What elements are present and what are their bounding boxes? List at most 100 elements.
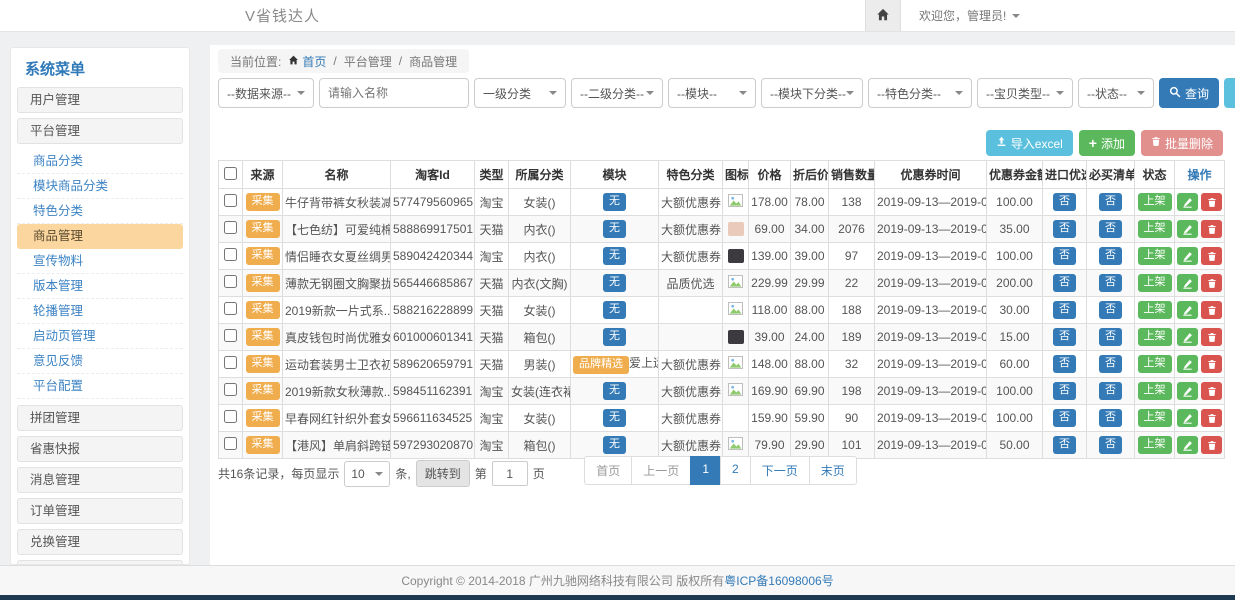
status-badge[interactable]: 上架 bbox=[1138, 328, 1172, 346]
status-badge[interactable]: 上架 bbox=[1138, 409, 1172, 427]
imported-toggle[interactable]: 否 bbox=[1053, 301, 1076, 319]
edit-button[interactable] bbox=[1177, 220, 1198, 238]
row-checkbox[interactable] bbox=[224, 194, 237, 207]
must-buy-toggle[interactable]: 否 bbox=[1099, 382, 1122, 400]
module-badge[interactable]: 无 bbox=[603, 328, 626, 346]
imported-toggle[interactable]: 否 bbox=[1053, 355, 1076, 373]
delete-button[interactable] bbox=[1201, 301, 1222, 319]
module-badge[interactable]: 无 bbox=[603, 274, 626, 292]
imported-toggle[interactable]: 否 bbox=[1053, 409, 1076, 427]
must-buy-toggle[interactable]: 否 bbox=[1099, 274, 1122, 292]
sidebar-item-拼团管理[interactable]: 拼团管理 bbox=[17, 405, 183, 431]
imported-toggle[interactable]: 否 bbox=[1053, 220, 1076, 238]
add-button[interactable]: + 添加 bbox=[1079, 130, 1135, 156]
sidebar-subitem-版本管理[interactable]: 版本管理 bbox=[17, 274, 183, 299]
delete-button[interactable] bbox=[1201, 328, 1222, 346]
pager-button-下一页[interactable]: 下一页 bbox=[750, 456, 810, 485]
pager-button-1[interactable]: 1 bbox=[690, 456, 721, 485]
edit-button[interactable] bbox=[1177, 274, 1198, 292]
pager-button-上一页[interactable]: 上一页 bbox=[631, 456, 691, 485]
status-badge[interactable]: 上架 bbox=[1138, 220, 1172, 238]
edit-button[interactable] bbox=[1177, 436, 1198, 454]
edit-button[interactable] bbox=[1177, 355, 1198, 373]
status-badge[interactable]: 上架 bbox=[1138, 436, 1172, 454]
sidebar-subitem-宣传物料[interactable]: 宣传物料 bbox=[17, 249, 183, 274]
edit-button[interactable] bbox=[1177, 382, 1198, 400]
sidebar-subitem-启动页管理[interactable]: 启动页管理 bbox=[17, 324, 183, 349]
filter-select-数据来源[interactable]: --数据来源-- bbox=[218, 78, 314, 108]
pager-button-首页[interactable]: 首页 bbox=[584, 456, 632, 485]
filter-select-宝贝类型[interactable]: --宝贝类型-- bbox=[977, 78, 1073, 108]
module-badge[interactable]: 无 bbox=[603, 301, 626, 319]
delete-button[interactable] bbox=[1201, 247, 1222, 265]
must-buy-toggle[interactable]: 否 bbox=[1099, 328, 1122, 346]
sidebar-item-消息管理[interactable]: 消息管理 bbox=[17, 467, 183, 493]
batch-delete-button[interactable]: 批量删除 bbox=[1141, 130, 1223, 156]
row-checkbox[interactable] bbox=[224, 383, 237, 396]
pager-button-末页[interactable]: 末页 bbox=[809, 456, 857, 485]
search-button[interactable]: 查询 bbox=[1159, 78, 1219, 108]
row-checkbox[interactable] bbox=[224, 437, 237, 450]
module-badge[interactable]: 无 bbox=[603, 409, 626, 427]
imported-toggle[interactable]: 否 bbox=[1053, 193, 1076, 211]
imported-toggle[interactable]: 否 bbox=[1053, 247, 1076, 265]
imported-toggle[interactable]: 否 bbox=[1053, 436, 1076, 454]
edit-button[interactable] bbox=[1177, 409, 1198, 427]
imported-toggle[interactable]: 否 bbox=[1053, 274, 1076, 292]
delete-button[interactable] bbox=[1201, 409, 1222, 427]
row-checkbox[interactable] bbox=[224, 302, 237, 315]
sidebar-subitem-商品管理[interactable]: 商品管理 bbox=[17, 224, 183, 249]
status-badge[interactable]: 上架 bbox=[1138, 193, 1172, 211]
row-checkbox[interactable] bbox=[224, 356, 237, 369]
sidebar-subitem-特色分类[interactable]: 特色分类 bbox=[17, 199, 183, 224]
breadcrumb-home-link[interactable]: 首页 bbox=[288, 53, 326, 70]
delete-button[interactable] bbox=[1201, 355, 1222, 373]
status-badge[interactable]: 上架 bbox=[1138, 382, 1172, 400]
must-buy-toggle[interactable]: 否 bbox=[1099, 355, 1122, 373]
edit-button[interactable] bbox=[1177, 301, 1198, 319]
module-badge[interactable]: 无 bbox=[603, 436, 626, 454]
filter-select-模块[interactable]: --模块-- bbox=[668, 78, 756, 108]
sidebar-subitem-平台配置[interactable]: 平台配置 bbox=[17, 374, 183, 399]
edit-button[interactable] bbox=[1177, 328, 1198, 346]
module-badge[interactable]: 品牌精选 bbox=[573, 356, 629, 374]
must-buy-toggle[interactable]: 否 bbox=[1099, 409, 1122, 427]
must-buy-toggle[interactable]: 否 bbox=[1099, 193, 1122, 211]
sidebar-item-用户管理[interactable]: 用户管理 bbox=[17, 87, 183, 113]
sidebar-subitem-商品分类[interactable]: 商品分类 bbox=[17, 149, 183, 174]
must-buy-toggle[interactable]: 否 bbox=[1099, 301, 1122, 319]
row-checkbox[interactable] bbox=[224, 221, 237, 234]
row-checkbox[interactable] bbox=[224, 275, 237, 288]
module-badge[interactable]: 无 bbox=[603, 220, 626, 238]
status-badge[interactable]: 上架 bbox=[1138, 301, 1172, 319]
must-buy-toggle[interactable]: 否 bbox=[1099, 436, 1122, 454]
must-buy-toggle[interactable]: 否 bbox=[1099, 220, 1122, 238]
import-excel-button[interactable]: 导入excel bbox=[986, 130, 1073, 156]
sidebar-subitem-模块商品分类[interactable]: 模块商品分类 bbox=[17, 174, 183, 199]
sidebar-item-兑换管理[interactable]: 兑换管理 bbox=[17, 529, 183, 555]
imported-toggle[interactable]: 否 bbox=[1053, 328, 1076, 346]
module-badge[interactable]: 无 bbox=[603, 247, 626, 265]
filter-select-二级分类[interactable]: --二级分类-- bbox=[571, 78, 663, 108]
icp-link[interactable]: 粤ICP备16098006号 bbox=[724, 572, 833, 589]
sidebar-item-订单管理[interactable]: 订单管理 bbox=[17, 498, 183, 524]
sidebar-subitem-轮播管理[interactable]: 轮播管理 bbox=[17, 299, 183, 324]
sidebar-item-平台管理[interactable]: 平台管理 bbox=[17, 118, 183, 144]
filter-select-一级分类[interactable]: 一级分类 bbox=[474, 78, 566, 108]
name-filter-input[interactable] bbox=[319, 78, 469, 108]
home-button[interactable] bbox=[865, 0, 901, 31]
status-badge[interactable]: 上架 bbox=[1138, 247, 1172, 265]
must-buy-toggle[interactable]: 否 bbox=[1099, 247, 1122, 265]
filter-select-特色分类[interactable]: --特色分类-- bbox=[868, 78, 972, 108]
user-menu[interactable]: 欢迎您，管理员! bbox=[919, 7, 1020, 24]
select-all-checkbox[interactable] bbox=[224, 167, 237, 180]
row-checkbox[interactable] bbox=[224, 410, 237, 423]
row-checkbox[interactable] bbox=[224, 329, 237, 342]
delete-button[interactable] bbox=[1201, 274, 1222, 292]
module-badge[interactable]: 无 bbox=[603, 193, 626, 211]
pager-button-2[interactable]: 2 bbox=[720, 456, 751, 485]
delete-button[interactable] bbox=[1201, 436, 1222, 454]
delete-button[interactable] bbox=[1201, 193, 1222, 211]
edit-button[interactable] bbox=[1177, 193, 1198, 211]
sidebar-item-省惠快报[interactable]: 省惠快报 bbox=[17, 436, 183, 462]
